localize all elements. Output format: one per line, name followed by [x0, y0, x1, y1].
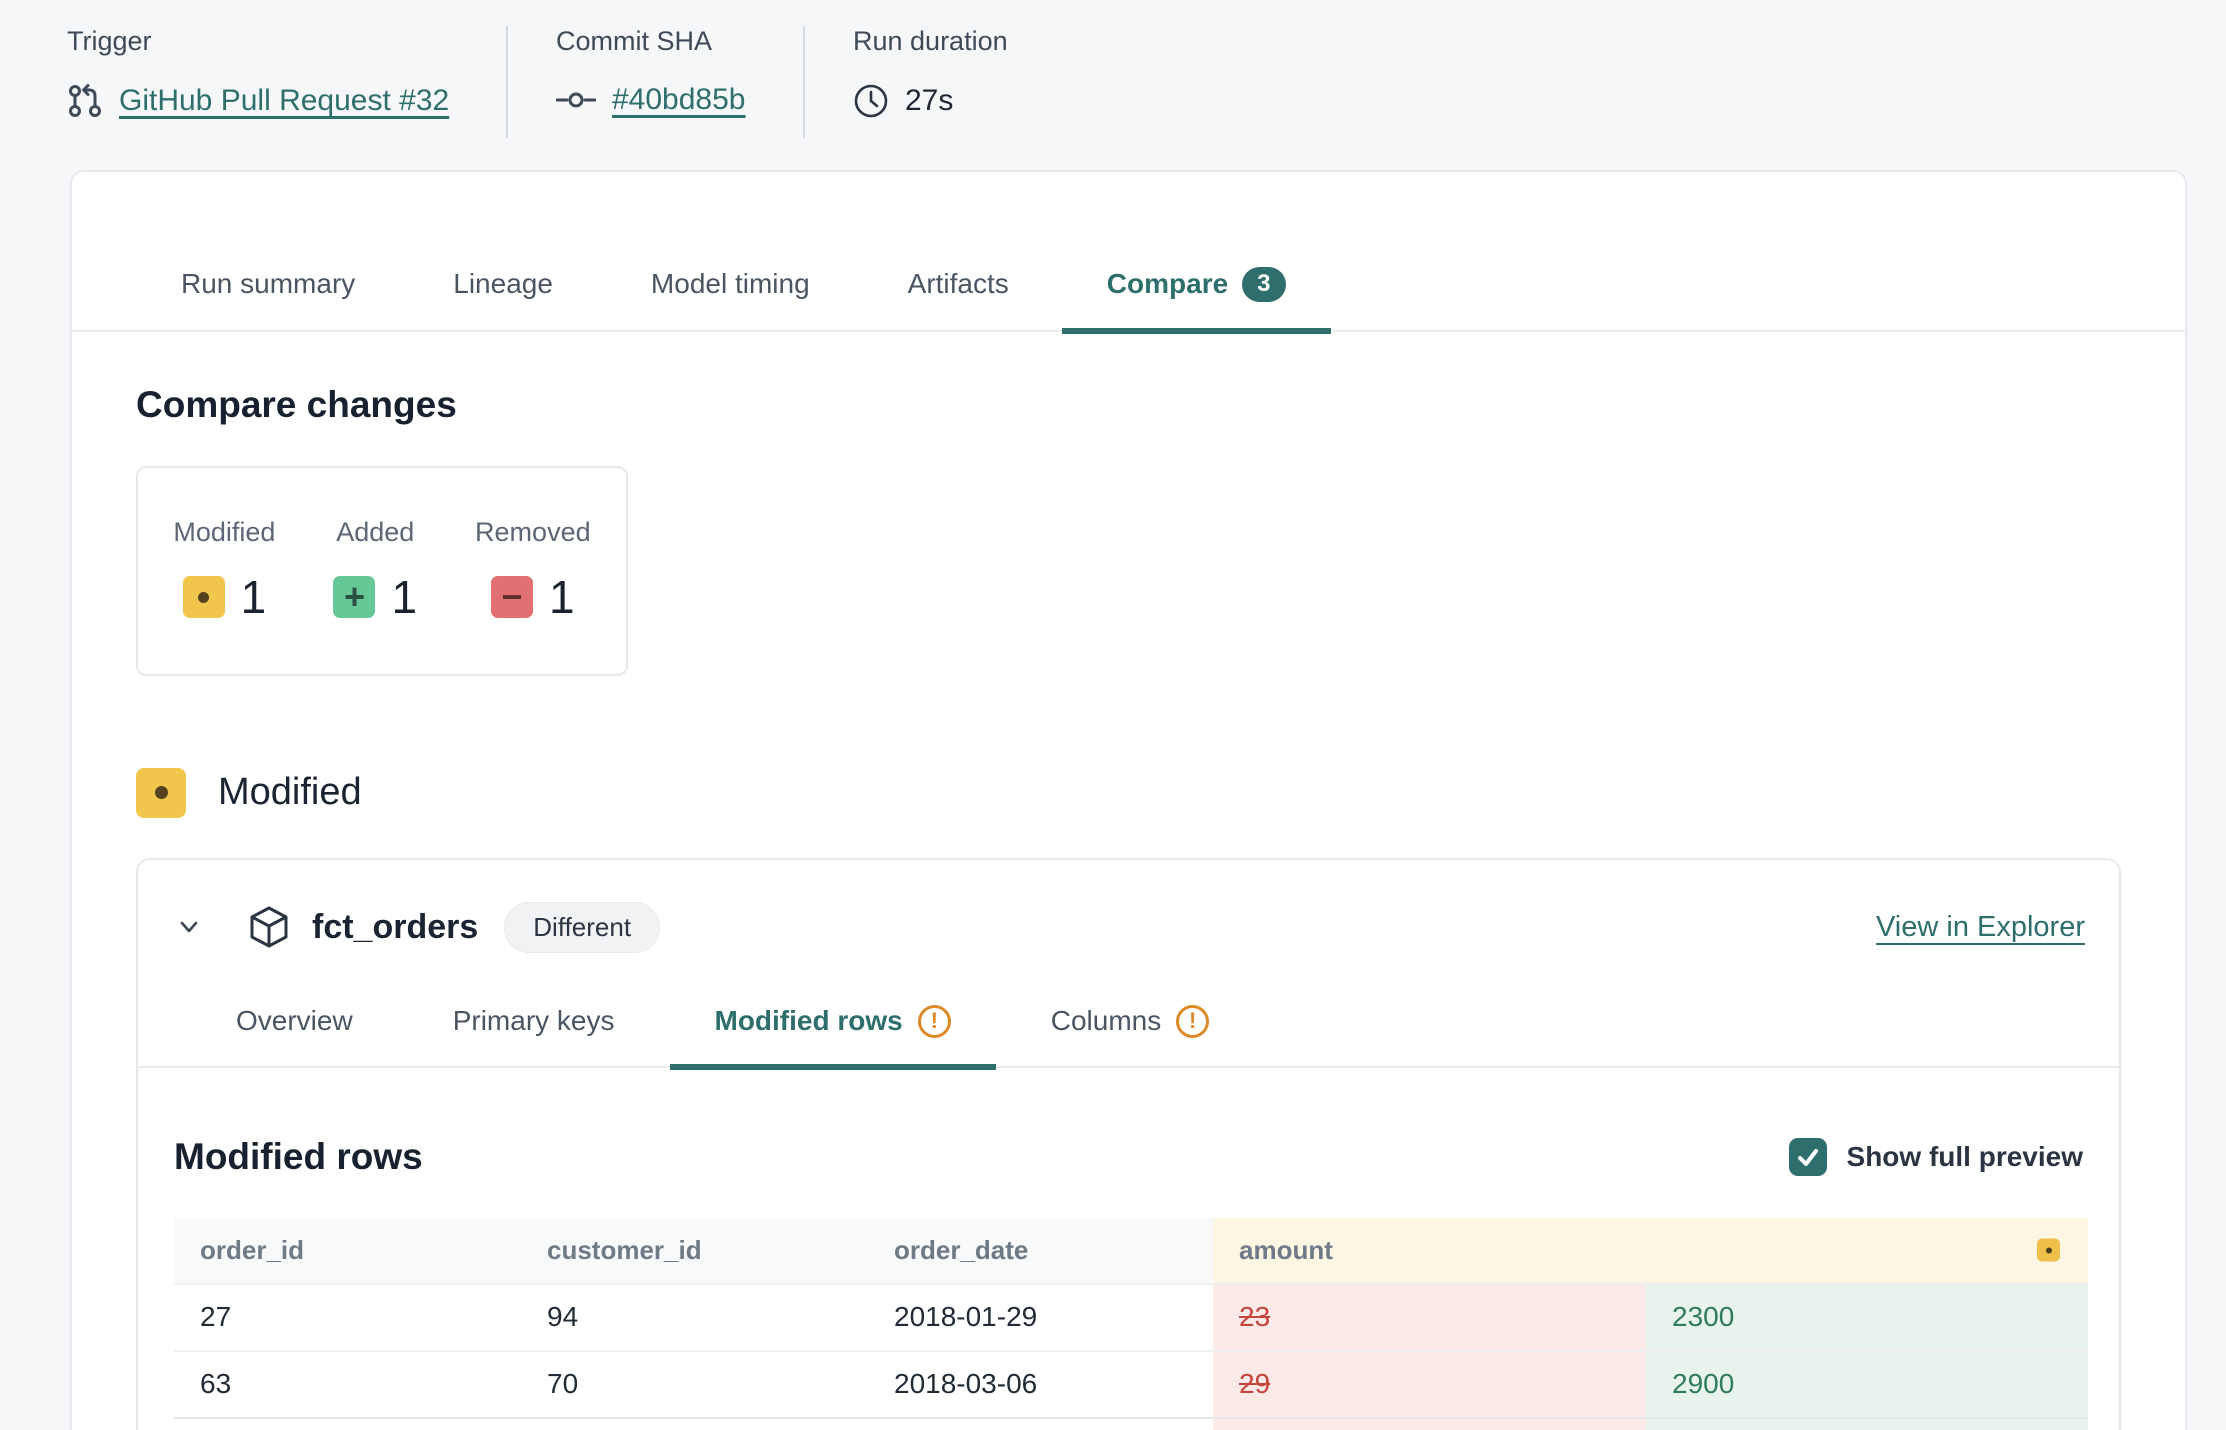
cell-amount-new: [1646, 1418, 2088, 1430]
table-row-partial: [174, 1418, 2088, 1430]
cell-order-date: [868, 1418, 1213, 1430]
col-amount-label: amount: [1239, 1235, 1333, 1265]
modified-section-title: Modified: [218, 771, 362, 814]
trigger-label: Trigger: [67, 26, 458, 57]
cell-order-date: 2018-01-29: [868, 1284, 1213, 1351]
model-card-fct-orders: fct_orders Different View in Explorer Ov…: [136, 858, 2121, 1430]
cell-customer-id: 94: [521, 1284, 868, 1351]
toggle-label: Show full preview: [1847, 1141, 2083, 1173]
summary-modified-label: Modified: [173, 517, 275, 548]
summary-removed-label: Removed: [475, 517, 591, 548]
commit-sha-link[interactable]: #40bd85b: [612, 83, 745, 117]
summary-added: Added + 1: [333, 517, 417, 624]
package-icon: [248, 905, 290, 949]
tab-label: Compare: [1107, 268, 1228, 300]
cell-amount-old: 29: [1213, 1351, 1646, 1418]
tab-label: Model timing: [651, 268, 810, 300]
tab-label: Lineage: [453, 268, 553, 300]
col-customer-id: customer_id: [521, 1218, 868, 1284]
cell-amount-old: [1213, 1418, 1646, 1430]
modified-section-icon: [136, 768, 186, 818]
tab-label: Modified rows: [715, 1005, 903, 1037]
commit-icon: [556, 88, 596, 112]
trigger-link[interactable]: GitHub Pull Request #32: [119, 84, 449, 118]
compare-count-badge: 3: [1242, 267, 1285, 302]
table-row: 27 94 2018-01-29 23 2300: [174, 1284, 2088, 1351]
tab-compare[interactable]: Compare 3: [1062, 267, 1331, 334]
tab-label: Columns: [1051, 1005, 1161, 1037]
status-pill: Different: [504, 902, 660, 953]
model-card-header: fct_orders Different View in Explorer: [138, 860, 2119, 953]
tab-label: Primary keys: [453, 1005, 615, 1037]
duration-value: 27s: [905, 84, 953, 118]
view-in-explorer-link[interactable]: View in Explorer: [1876, 911, 2085, 944]
summary-modified: Modified 1: [173, 517, 275, 624]
warning-icon: !: [918, 1005, 951, 1038]
tab-label: Artifacts: [908, 268, 1009, 300]
col-amount: amount: [1213, 1218, 2088, 1284]
modified-count: 1: [241, 570, 267, 624]
tab-columns[interactable]: Columns !: [1006, 1005, 1254, 1070]
cell-order-id: [174, 1418, 521, 1430]
col-order-id: order_id: [174, 1218, 521, 1284]
checkbox-checked-icon[interactable]: [1789, 1138, 1827, 1176]
cell-customer-id: 70: [521, 1351, 868, 1418]
cell-order-date: 2018-03-06: [868, 1351, 1213, 1418]
cell-amount-new: 2300: [1646, 1284, 2088, 1351]
tab-model-timing[interactable]: Model timing: [606, 267, 855, 334]
tab-run-summary[interactable]: Run summary: [136, 267, 400, 334]
meta-divider: [803, 26, 805, 138]
compare-changes-heading: Compare changes: [136, 384, 2185, 426]
show-full-preview-toggle[interactable]: Show full preview: [1789, 1138, 2083, 1176]
modified-rows-header: Modified rows Show full preview: [174, 1136, 2083, 1178]
removed-icon: −: [491, 576, 533, 618]
cell-amount-new: 2900: [1646, 1351, 2088, 1418]
cell-order-id: 27: [174, 1284, 521, 1351]
cell-order-id: 63: [174, 1351, 521, 1418]
run-tabs: Run summary Lineage Model timing Artifac…: [72, 267, 2185, 332]
tab-label: Overview: [236, 1005, 353, 1037]
tab-lineage[interactable]: Lineage: [408, 267, 598, 334]
summary-removed: Removed − 1: [475, 517, 591, 624]
modified-section-header: Modified: [136, 768, 2185, 818]
chevron-down-icon[interactable]: [174, 912, 204, 942]
modified-column-badge: [2037, 1239, 2060, 1262]
run-detail-card: Run summary Lineage Model timing Artifac…: [70, 170, 2187, 1430]
commit-label: Commit SHA: [556, 26, 755, 57]
modified-rows-heading: Modified rows: [174, 1136, 423, 1178]
cell-amount-old: 23: [1213, 1284, 1646, 1351]
clock-icon: [853, 83, 889, 119]
table-header-row: order_id customer_id order_date amount: [174, 1218, 2088, 1284]
modified-icon: [183, 576, 225, 618]
summary-added-label: Added: [336, 517, 414, 548]
model-name: fct_orders: [312, 908, 478, 947]
removed-count: 1: [549, 570, 575, 624]
cell-customer-id: [521, 1418, 868, 1430]
col-order-date: order_date: [868, 1218, 1213, 1284]
model-tabs: Overview Primary keys Modified rows ! Co…: [138, 1005, 2119, 1068]
trigger-section: Trigger GitHub Pull Request #32: [67, 26, 458, 150]
duration-label: Run duration: [853, 26, 1008, 57]
run-meta-bar: Trigger GitHub Pull Request #32 Commit S…: [0, 0, 2226, 150]
compare-summary-card: Modified 1 Added + 1 Removed − 1: [136, 466, 628, 676]
tab-overview[interactable]: Overview: [191, 1005, 398, 1070]
pull-request-icon: [67, 83, 103, 119]
duration-section: Run duration 27s: [853, 26, 1008, 150]
tab-primary-keys[interactable]: Primary keys: [408, 1005, 660, 1070]
tab-artifacts[interactable]: Artifacts: [863, 267, 1054, 334]
added-icon: +: [333, 576, 375, 618]
warning-icon: !: [1176, 1005, 1209, 1038]
added-count: 1: [391, 570, 417, 624]
meta-divider: [506, 26, 508, 138]
tab-label: Run summary: [181, 268, 355, 300]
tab-modified-rows[interactable]: Modified rows !: [670, 1005, 996, 1070]
modified-rows-table: order_id customer_id order_date amount 2…: [174, 1218, 2088, 1430]
commit-section: Commit SHA #40bd85b: [556, 26, 755, 150]
table-row: 63 70 2018-03-06 29 2900: [174, 1351, 2088, 1418]
